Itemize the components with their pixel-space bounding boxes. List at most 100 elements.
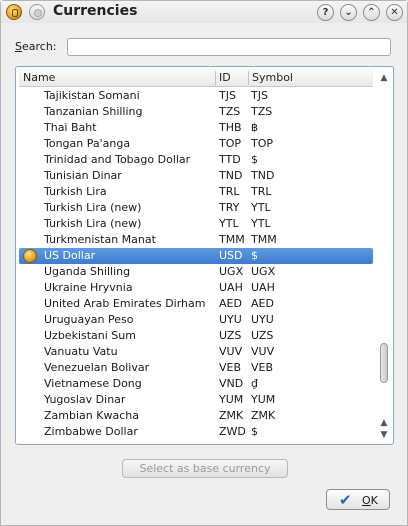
- currency-symbol: ₫: [251, 377, 258, 390]
- scroll-down-arrow-icon[interactable]: ▼: [378, 429, 390, 441]
- window-title: Currencies: [53, 3, 138, 19]
- currency-id: YTL: [219, 217, 239, 230]
- list-item[interactable]: Turkish Lira TRL TRL: [19, 184, 373, 200]
- column-header-symbol[interactable]: Symbol: [252, 71, 293, 84]
- currency-symbol: $: [251, 425, 258, 438]
- scroll-thumb[interactable]: [380, 343, 388, 383]
- currency-id: THB: [219, 121, 242, 134]
- scroll-up-arrow-icon[interactable]: ▲: [378, 72, 390, 84]
- currency-symbol: TRL: [251, 185, 272, 198]
- list-item[interactable]: Turkmenistan Manat TMM TMM: [19, 232, 373, 248]
- currency-name: Tajikistan Somani: [44, 89, 140, 102]
- currency-id: AED: [219, 297, 242, 310]
- list-item[interactable]: Thai Baht THB ฿: [19, 120, 373, 136]
- currency-id: TMM: [219, 233, 245, 246]
- minimize-button[interactable]: ⌄: [340, 4, 357, 21]
- list-item[interactable]: Tongan Pa'anga TOP TOP: [19, 136, 373, 152]
- list-item[interactable]: Vietnamese Dong VND ₫: [19, 376, 373, 392]
- currency-id: VUV: [219, 345, 243, 358]
- list-item[interactable]: Venezuelan Bolivar VEB VEB: [19, 360, 373, 376]
- currency-symbol: AED: [251, 297, 274, 310]
- list-item[interactable]: Uganda Shilling UGX UGX: [19, 264, 373, 280]
- currency-name: Tunisian Dinar: [44, 169, 122, 182]
- currency-symbol: YTL: [251, 217, 271, 230]
- list-item[interactable]: Uzbekistani Sum UZS UZS: [19, 328, 373, 344]
- list-item[interactable]: Turkish Lira (new) TRY YTL: [19, 200, 373, 216]
- currency-id: VEB: [219, 361, 242, 374]
- currency-name: Turkmenistan Manat: [44, 233, 156, 246]
- help-button[interactable]: ?: [317, 4, 334, 21]
- currency-name: Zimbabwe Dollar: [44, 425, 138, 438]
- list-item[interactable]: Tanzanian Shilling TZS TZS: [19, 104, 373, 120]
- currency-symbol: TMM: [251, 233, 277, 246]
- currency-symbol: $: [251, 153, 258, 166]
- close-button[interactable]: ✕: [386, 4, 403, 21]
- list-item[interactable]: Trinidad and Tobago Dollar TTD $: [19, 152, 373, 168]
- currency-id: TND: [219, 169, 243, 182]
- currency-name: United Arab Emirates Dirham: [44, 297, 206, 310]
- currency-id: TZS: [219, 105, 241, 118]
- list-header: Name ID Symbol: [19, 69, 373, 87]
- currency-symbol: UZS: [251, 329, 274, 342]
- scroll-track[interactable]: [380, 86, 388, 418]
- list-rows: Tajikistan Somani TJS TJS Tanzanian Shillin…: [19, 88, 373, 440]
- currency-symbol: TOP: [251, 137, 274, 150]
- maximize-button[interactable]: ⌃: [363, 4, 380, 21]
- list-item[interactable]: Yugoslav Dinar YUM YUM: [19, 392, 373, 408]
- search-label: Search:: [15, 40, 57, 53]
- scroll-up-arrow-icon[interactable]: ▲: [378, 417, 390, 429]
- currency-name: Zambian Kwacha: [44, 409, 139, 422]
- currency-id: UYU: [219, 313, 242, 326]
- currency-name: Uganda Shilling: [44, 265, 131, 278]
- currency-id: ZWD: [219, 425, 246, 438]
- column-separator[interactable]: [248, 71, 249, 85]
- currency-id: TOP: [219, 137, 242, 150]
- currency-name: Turkish Lira (new): [44, 201, 142, 214]
- currency-name: Tanzanian Shilling: [44, 105, 143, 118]
- currency-symbol: YUM: [251, 393, 276, 406]
- currency-name: Turkish Lira: [44, 185, 107, 198]
- list-item[interactable]: Tunisian Dinar TND TND: [19, 168, 373, 184]
- currency-symbol: ฿: [251, 121, 258, 134]
- currency-name: Turkish Lira (new): [44, 217, 142, 230]
- column-header-name[interactable]: Name: [23, 71, 55, 84]
- currency-name: Yugoslav Dinar: [44, 393, 126, 406]
- list-item[interactable]: Tajikistan Somani TJS TJS: [19, 88, 373, 104]
- ok-label: OK: [362, 494, 378, 507]
- currency-symbol: UAH: [251, 281, 275, 294]
- list-item[interactable]: Zimbabwe Dollar ZWD $: [19, 424, 373, 440]
- currency-symbol: VUV: [251, 345, 275, 358]
- currency-name: Vanuatu Vatu: [44, 345, 118, 358]
- currency-id: VND: [219, 377, 244, 390]
- currency-symbol: VEB: [251, 361, 274, 374]
- ok-button[interactable]: ✔ OK: [326, 489, 390, 510]
- list-item[interactable]: Ukraine Hryvnia UAH UAH: [19, 280, 373, 296]
- list-item[interactable]: Zambian Kwacha ZMK ZMK: [19, 408, 373, 424]
- column-separator[interactable]: [215, 71, 216, 85]
- vertical-scrollbar[interactable]: ▲ ▲ ▼: [376, 68, 392, 443]
- select-base-currency-button[interactable]: Select as base currency: [122, 459, 288, 478]
- currency-name: Trinidad and Tobago Dollar: [44, 153, 191, 166]
- currency-name: Tongan Pa'anga: [44, 137, 131, 150]
- list-item[interactable]: Turkish Lira (new) YTL YTL: [19, 216, 373, 232]
- currency-symbol: UYU: [251, 313, 274, 326]
- column-header-id[interactable]: ID: [219, 71, 231, 84]
- window-menu-button[interactable]: [29, 4, 45, 20]
- currency-id: UGX: [219, 265, 244, 278]
- title-bar[interactable]: Currencies ? ⌄ ⌃ ✕: [1, 1, 407, 23]
- currency-list[interactable]: Name ID Symbol Tajikistan Somani TJS TJS Ta…: [15, 66, 394, 445]
- currency-name: US Dollar: [44, 249, 96, 262]
- currency-name: Thai Baht: [44, 121, 97, 134]
- coin-icon: [23, 249, 37, 263]
- list-item[interactable]: United Arab Emirates Dirham AED AED: [19, 296, 373, 312]
- list-item[interactable]: Uruguayan Peso UYU UYU: [19, 312, 373, 328]
- checkmark-icon: ✔: [339, 491, 352, 509]
- list-item[interactable]: Vanuatu Vatu VUV VUV: [19, 344, 373, 360]
- currency-id: USD: [219, 249, 243, 262]
- currency-symbol: YTL: [251, 201, 271, 214]
- search-input[interactable]: [67, 38, 391, 56]
- currency-id: UAH: [219, 281, 243, 294]
- currency-id: TTD: [219, 153, 241, 166]
- currency-name: Vietnamese Dong: [44, 377, 142, 390]
- list-item-selected[interactable]: US Dollar USD $: [19, 248, 373, 264]
